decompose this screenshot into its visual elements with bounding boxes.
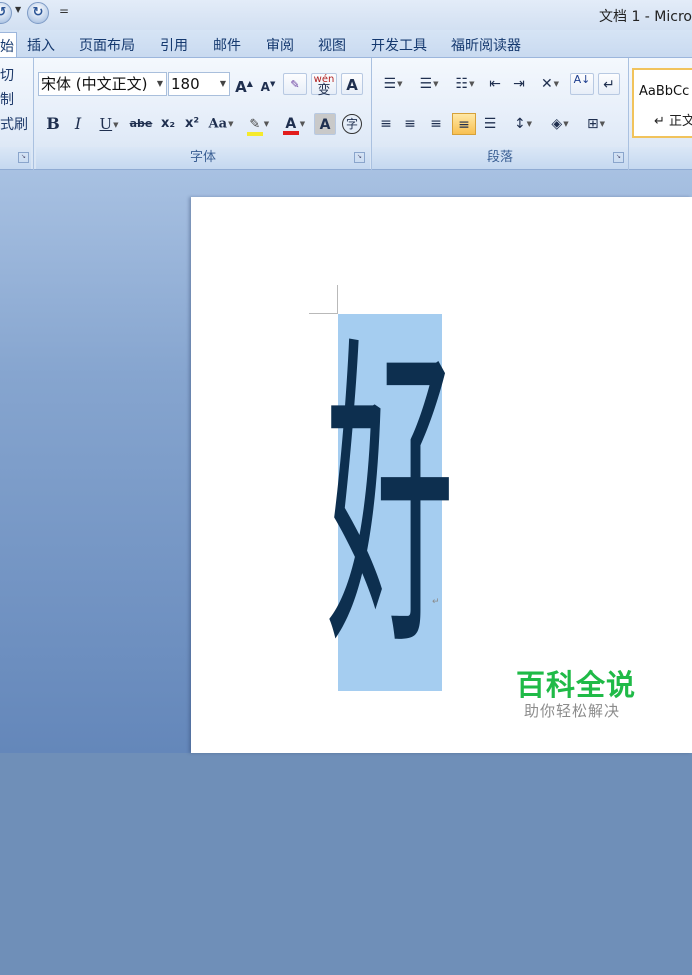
show-marks-button[interactable]: ↵ (598, 73, 620, 95)
shrink-font-button[interactable]: A▼ (257, 73, 279, 95)
chinese-layout-button[interactable]: ✕▼ (533, 73, 567, 95)
increase-indent-button[interactable]: ⇥ (508, 73, 530, 95)
distributed-icon: ☰ (483, 116, 497, 132)
grow-font-button[interactable]: A▲ (233, 73, 255, 96)
chevron-down-icon[interactable]: ▼ (113, 121, 118, 129)
font-size-value: 180 (171, 75, 200, 93)
decrease-indent-icon: ⇤ (489, 76, 501, 92)
paragraph-dialog-launcher[interactable]: ↘ (613, 152, 624, 163)
chevron-down-icon[interactable]: ▼ (469, 80, 474, 88)
chevron-down-icon[interactable]: ▼ (220, 73, 226, 95)
undo-button[interactable]: ↺ (0, 2, 12, 24)
clear-formatting-button[interactable]: ✎ (283, 73, 307, 95)
tab-review[interactable]: 审阅 (266, 35, 294, 55)
watermark-title: 百科全说 (516, 668, 637, 702)
undo-icon: ↺ (0, 5, 7, 20)
font-size-combo[interactable]: 180 ▼ (168, 72, 230, 96)
tab-references[interactable]: 引用 (160, 35, 188, 55)
paragraph-group-label: 段落 (486, 150, 513, 165)
highlighter-icon: ✎ (246, 118, 263, 136)
borders-button[interactable]: ⊞▼ (580, 113, 612, 135)
subscript-button[interactable]: x₂ (157, 113, 179, 135)
group-separator (33, 58, 34, 170)
superscript-button[interactable]: x² (181, 113, 203, 135)
chevron-down-icon[interactable]: ▼ (300, 120, 305, 128)
border-icon: ⊞ (586, 116, 599, 132)
sort-button[interactable]: A↓ (570, 73, 594, 95)
eraser-icon: ✎ (290, 78, 300, 91)
chevron-down-icon[interactable]: ▼ (228, 119, 233, 128)
undo-dropdown-arrow[interactable]: ▼ (15, 5, 21, 14)
font-color-icon: A (282, 117, 299, 135)
line-spacing-button[interactable]: ↕▼ (507, 113, 539, 135)
paint-bucket-icon: ◈ (551, 116, 563, 132)
grow-font-label: A (235, 78, 247, 96)
increase-indent-icon: ⇥ (513, 76, 525, 92)
style-name: ↵ 正文 (654, 114, 692, 129)
decrease-indent-button[interactable]: ⇤ (484, 73, 506, 95)
cut-button[interactable]: 切 (0, 65, 14, 85)
tab-mailings[interactable]: 邮件 (213, 35, 241, 55)
redo-icon: ↻ (32, 5, 44, 20)
chinese-layout-icon: ✕ (540, 76, 553, 92)
shrink-font-label: A (260, 80, 270, 94)
font-group-label: 字体 (189, 150, 216, 165)
change-case-button[interactable]: Aa▼ (206, 113, 236, 135)
tab-foxit-reader[interactable]: 福昕阅读器 (451, 35, 521, 55)
selected-character[interactable]: 好 (320, 31, 460, 975)
font-name-combo[interactable]: 宋体 (中文正文) ▼ (38, 72, 167, 96)
underline-button[interactable]: U▼ (93, 113, 125, 135)
shading-button[interactable]: ◈▼ (542, 113, 578, 135)
sort-icon: A↓ (573, 73, 591, 86)
customize-qat-button[interactable]: = (59, 4, 69, 18)
chevron-down-icon[interactable]: ▼ (157, 73, 163, 95)
styles-group-footer (629, 147, 692, 169)
line-spacing-icon: ↕ (513, 116, 526, 132)
bold-button[interactable]: B (43, 113, 63, 135)
paragraph-mark: ↵ (432, 597, 440, 607)
title-bar: ↺ ▼ ↻ = 文档 1 - Micro (0, 0, 692, 30)
tab-insert[interactable]: 插入 (27, 35, 55, 55)
document-title: 文档 1 - Micro (599, 9, 692, 25)
watermark-subtitle: 助你轻松解决 (524, 702, 621, 720)
chevron-down-icon[interactable]: ▼ (563, 120, 568, 128)
change-case-label: Aa (208, 116, 228, 132)
chevron-down-icon[interactable]: ▼ (527, 120, 532, 128)
tab-home[interactable]: 始 (0, 32, 17, 57)
highlight-color-button[interactable]: ✎ ▼ (240, 113, 276, 136)
font-color-button[interactable]: A ▼ (278, 113, 310, 135)
chevron-down-icon[interactable]: ▼ (554, 80, 559, 88)
copy-button[interactable]: 制 (0, 89, 14, 109)
redo-button[interactable]: ↻ (27, 2, 49, 24)
chevron-down-icon[interactable]: ▼ (264, 120, 269, 128)
italic-button[interactable]: I (68, 113, 88, 135)
tab-page-layout[interactable]: 页面布局 (79, 35, 135, 55)
chevron-down-icon[interactable]: ▼ (600, 120, 605, 128)
font-name-value: 宋体 (中文正文) (41, 75, 148, 93)
style-preview-text: AaBbCc (639, 84, 690, 99)
paragraph-mark-icon: ↵ (603, 77, 615, 93)
format-painter-button[interactable]: 式刷 (0, 114, 28, 134)
underline-label: U (99, 115, 113, 133)
distributed-button[interactable]: ☰ (479, 113, 501, 135)
style-normal-tile[interactable]: AaBbCc ↵ 正文 (632, 68, 692, 138)
clipboard-dialog-launcher[interactable]: ↘ (18, 152, 29, 163)
strikethrough-button[interactable]: abe (128, 113, 154, 135)
